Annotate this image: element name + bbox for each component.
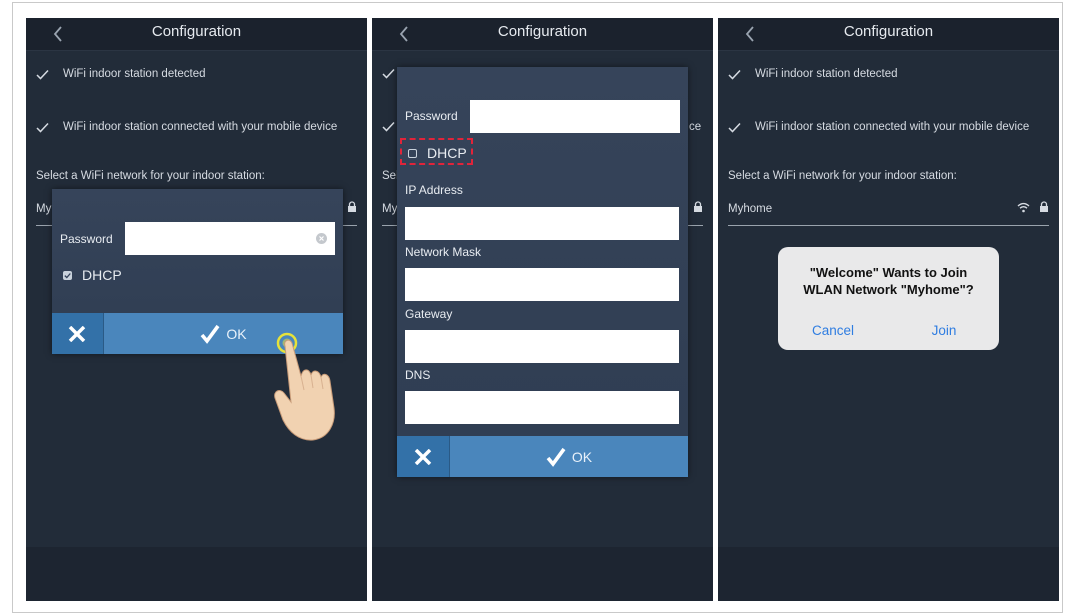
- tap-hand-icon: [274, 332, 335, 441]
- ok-label: OK: [226, 325, 247, 342]
- network-name: Myhome: [728, 203, 773, 215]
- close-icon: [414, 449, 432, 465]
- password-label: Password: [405, 109, 458, 123]
- ok-label: OK: [571, 448, 593, 465]
- alert-line-2: WLAN Network "Myhome"?: [803, 282, 974, 297]
- status-row-detected: WiFi indoor station detected: [36, 68, 206, 80]
- alert-join-button[interactable]: Join: [889, 323, 999, 338]
- gateway-label: Gateway: [405, 307, 453, 321]
- close-icon: [68, 326, 86, 342]
- network-name: My: [382, 203, 398, 215]
- select-network-label: Select a WiFi network for your indoor st…: [36, 170, 265, 182]
- wifi-icon: [1017, 202, 1030, 212]
- join-network-alert: "Welcome" Wants to Join WLAN Network "My…: [778, 247, 999, 350]
- checkmark-icon: [382, 121, 395, 132]
- dns-label: DNS: [405, 368, 431, 382]
- ip-address-input[interactable]: [405, 207, 679, 240]
- status-row-detected: WiFi indoor station detected: [728, 68, 898, 80]
- password-input[interactable]: [470, 100, 680, 133]
- clear-icon[interactable]: [316, 233, 327, 244]
- network-name: My: [36, 203, 52, 215]
- password-label: Password: [60, 232, 113, 246]
- page-title: Configuration: [151, 23, 242, 40]
- page-title: Configuration: [497, 23, 588, 40]
- status-text: WiFi indoor station connected with your …: [755, 121, 1030, 133]
- gateway-input[interactable]: [405, 330, 679, 363]
- network-mask-input[interactable]: [405, 268, 679, 301]
- navbar: Configuration: [26, 18, 367, 51]
- ip-address-label: IP Address: [405, 183, 463, 197]
- phone-screen-2: Configuration ce Sel My Password DHCP IP…: [372, 18, 713, 601]
- phone-screen-1: Configuration WiFi indoor station detect…: [26, 18, 367, 601]
- password-input[interactable]: [125, 222, 335, 255]
- cancel-button[interactable]: [52, 313, 104, 354]
- checkmark-icon: [64, 273, 71, 279]
- cancel-button[interactable]: [397, 436, 450, 477]
- network-mask-label: Network Mask: [405, 245, 482, 259]
- bottom-bar: [718, 547, 1059, 601]
- alert-message: "Welcome" Wants to Join WLAN Network "My…: [788, 264, 989, 298]
- status-text: WiFi indoor station detected: [63, 68, 206, 80]
- ok-button[interactable]: OK: [450, 436, 688, 477]
- status-text: WiFi indoor station detected: [755, 68, 898, 80]
- checkmark-icon: [36, 69, 49, 80]
- alert-cancel-button[interactable]: Cancel: [778, 323, 888, 338]
- dhcp-label: DHCP: [427, 145, 467, 161]
- page-title: Configuration: [843, 23, 934, 40]
- bottom-bar: [372, 547, 713, 601]
- navbar: Configuration: [372, 18, 713, 51]
- checkmark-icon: [728, 122, 741, 133]
- alert-line-1: "Welcome" Wants to Join: [809, 265, 968, 280]
- status-text-partial: ce: [689, 121, 702, 133]
- bottom-bar: [26, 547, 367, 601]
- checkmark-icon: [36, 122, 49, 133]
- status-row-connected: WiFi indoor station connected with your …: [36, 121, 337, 133]
- dhcp-label: DHCP: [82, 267, 122, 283]
- dhcp-checkbox[interactable]: [63, 271, 72, 280]
- lock-icon: [694, 201, 702, 212]
- network-settings-dialog: Password DHCP IP Address Network Mask Ga…: [397, 67, 688, 477]
- dhcp-checkbox[interactable]: [408, 149, 417, 158]
- status-row-connected: WiFi indoor station connected with your …: [728, 121, 1029, 133]
- phone-screen-3: Configuration WiFi indoor station detect…: [718, 18, 1059, 601]
- checkmark-icon: [200, 324, 220, 344]
- status-text: WiFi indoor station connected with your …: [63, 121, 338, 133]
- checkmark-icon: [728, 69, 741, 80]
- lock-icon: [348, 201, 356, 212]
- navbar: Configuration: [718, 18, 1059, 51]
- checkmark-icon: [382, 68, 395, 79]
- dns-input[interactable]: [405, 391, 679, 424]
- select-network-label: Select a WiFi network for your indoor st…: [728, 170, 957, 182]
- checkmark-icon: [546, 447, 566, 467]
- network-list-item[interactable]: Myhome: [728, 201, 1049, 226]
- lock-icon: [1040, 201, 1048, 212]
